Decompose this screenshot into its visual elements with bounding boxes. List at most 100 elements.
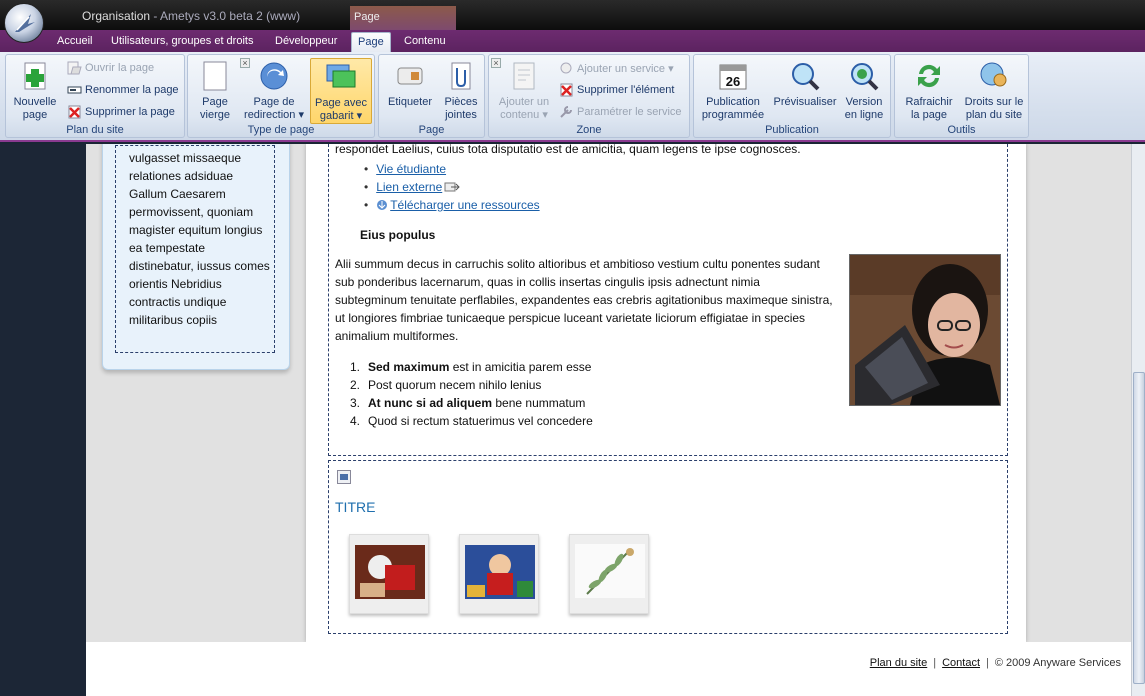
- thumbnail-leaf-image: [575, 544, 645, 598]
- list-item: Vie étudiante: [364, 160, 540, 178]
- nouvelle-page-label: Nouvelle page: [13, 96, 57, 121]
- footer-links: Plan du site | Contact | © 2009 Anyware Serv…: [870, 657, 1121, 669]
- previsualiser-button[interactable]: Prévisualiser: [772, 58, 838, 109]
- numbered-list: 1. Sed maximum est in amicitia parem esse…: [350, 358, 593, 430]
- supprimer-element-label: Supprimer l'élément: [577, 84, 675, 96]
- list-number: 3.: [350, 396, 361, 410]
- group-label-page: Page: [418, 124, 445, 136]
- list-text: Quod si rectum statuerimus vel concedere: [368, 414, 593, 428]
- version-en-ligne-button[interactable]: Version en ligne: [840, 58, 888, 122]
- publication-programmee-label: Publication programmée: [701, 96, 765, 121]
- group-label-type: Type de page: [247, 124, 315, 136]
- supprimer-page-button[interactable]: Supprimer la page: [67, 105, 175, 119]
- new-page-icon: [24, 62, 46, 90]
- main-content-column: respondet Laelius, cuius tota disputatio…: [306, 144, 1026, 642]
- footer-separator: |: [933, 657, 937, 669]
- etiqueter-button[interactable]: Etiqueter: [383, 58, 437, 109]
- list-item: Lien externe: [364, 178, 540, 196]
- link-vie-etudiante[interactable]: Vie étudiante: [376, 160, 446, 178]
- group-label-publication: Publication: [765, 124, 819, 136]
- list-number: 2.: [350, 378, 361, 392]
- list-number: 1.: [350, 360, 361, 374]
- tab-page[interactable]: Page: [351, 32, 391, 52]
- page-redirection-button[interactable]: Page de redirection ▾: [242, 58, 306, 122]
- group-label-plan: Plan du site: [66, 124, 124, 136]
- open-page-icon: [67, 61, 82, 75]
- list-item: 2. Post quorum necem nihilo lenius: [350, 376, 593, 394]
- supprimer-page-label: Supprimer la page: [85, 106, 175, 118]
- list-item: 3. At nunc si ad aliquem bene nummatum: [350, 394, 593, 412]
- footer-contact-link[interactable]: Contact: [942, 657, 980, 669]
- page-vierge-button[interactable]: Page vierge: [191, 58, 239, 122]
- page-preview-area: vulgasset missaeque relationes adsiduae …: [0, 144, 1145, 696]
- app-window: Organisation - Ametys v3.0 beta 2 (www) …: [0, 0, 1145, 696]
- page-gabarit-button[interactable]: Page avec gabarit ▾: [310, 58, 372, 124]
- group-plan-du-site: Nouvelle page Ouvrir la page Renommer la…: [5, 54, 185, 138]
- rafraichir-label: Rafraichir la page: [905, 96, 953, 121]
- window-title: Organisation - Ametys v3.0 beta 2 (www): [82, 9, 300, 23]
- preview-magnifier-icon: [792, 63, 820, 91]
- ouvrir-page-label: Ouvrir la page: [85, 62, 155, 74]
- refresh-icon: [918, 64, 940, 88]
- scrollbar-thumb[interactable]: [1133, 372, 1145, 684]
- ajouter-service-label: Ajouter un service ▾: [577, 62, 674, 75]
- thumbnail-santa-image: [355, 545, 425, 599]
- supprimer-element-button[interactable]: Supprimer l'élément: [559, 83, 674, 97]
- section-heading: Eius populus: [360, 228, 436, 242]
- tab-contenu[interactable]: Contenu: [404, 32, 446, 52]
- list-item: Télécharger une ressources: [364, 196, 540, 214]
- group-page: Etiqueter Pièces jointes Page: [378, 54, 485, 138]
- ajouter-service-button[interactable]: Ajouter un service ▾: [559, 61, 674, 75]
- link-lien-externe[interactable]: Lien externe: [376, 178, 442, 196]
- nouvelle-page-button[interactable]: Nouvelle page: [9, 58, 61, 122]
- sidebar-zone[interactable]: vulgasset missaeque relationes adsiduae …: [115, 145, 275, 353]
- woman-laptop-photo: [849, 254, 1001, 406]
- sidebar-text: vulgasset missaeque relationes adsiduae …: [129, 151, 270, 327]
- online-version-icon: [851, 63, 879, 91]
- gallery-thumbnail-3[interactable]: [569, 534, 649, 614]
- ajouter-contenu-button[interactable]: Ajouter un contenu ▾: [495, 58, 553, 122]
- rename-icon: [67, 86, 82, 94]
- app-menu-logo-icon[interactable]: [4, 3, 44, 43]
- rafraichir-button[interactable]: Rafraichir la page: [899, 58, 959, 122]
- ajouter-contenu-label: Ajouter un contenu ▾: [498, 96, 550, 121]
- vertical-scrollbar[interactable]: [1131, 144, 1145, 696]
- footer-separator: |: [986, 657, 989, 669]
- ribbon-tab-bar: Accueil Utilisateurs, groupes et droits …: [0, 30, 1145, 52]
- tab-developpeur[interactable]: Développeur: [275, 32, 337, 52]
- renommer-page-label: Renommer la page: [85, 84, 179, 96]
- content-zone-1[interactable]: respondet Laelius, cuius tota disputatio…: [328, 144, 1008, 456]
- droits-plan-button[interactable]: Droits sur le plan du site: [961, 58, 1027, 122]
- link-list: Vie étudiante Lien externe Télécharger u…: [364, 160, 540, 214]
- pieces-jointes-button[interactable]: Pièces jointes: [439, 58, 483, 122]
- tab-accueil[interactable]: Accueil: [57, 32, 92, 52]
- group-zone: × Ajouter un contenu ▾ Ajouter un servic…: [488, 54, 690, 138]
- etiqueter-label: Etiqueter: [387, 96, 433, 108]
- gallery-service-icon[interactable]: [337, 470, 351, 484]
- page-redirection-label: Page de redirection ▾: [244, 96, 304, 121]
- group-label-outils: Outils: [947, 124, 976, 136]
- photo-image: [850, 255, 1000, 405]
- parametrer-service-button[interactable]: Paramétrer le service: [559, 105, 682, 119]
- template-page-icon: [326, 64, 356, 88]
- gallery-thumbnail-1[interactable]: [349, 534, 429, 614]
- gallery-thumbnail-2[interactable]: [459, 534, 539, 614]
- droits-plan-label: Droits sur le plan du site: [964, 96, 1024, 121]
- wrench-icon: [560, 106, 572, 118]
- content-zone-2[interactable]: TITRE: [328, 460, 1008, 634]
- publication-programmee-button[interactable]: 26 Publication programmée: [698, 58, 768, 122]
- footer-plan-link[interactable]: Plan du site: [870, 657, 927, 669]
- link-telecharger[interactable]: Télécharger une ressources: [390, 196, 539, 214]
- version-en-ligne-label: Version en ligne: [844, 96, 884, 121]
- delete-element-icon: [560, 83, 573, 97]
- renommer-page-button[interactable]: Renommer la page: [67, 83, 179, 97]
- group-publication: 26 Publication programmée Prévisualiser …: [693, 54, 891, 138]
- tag-icon: [397, 67, 423, 85]
- list-bold-text: Sed maximum: [368, 360, 450, 374]
- ribbon: Nouvelle page Ouvrir la page Renommer la…: [0, 52, 1145, 142]
- download-icon: [377, 199, 388, 210]
- external-link-icon: [444, 182, 460, 192]
- tab-utilisateurs[interactable]: Utilisateurs, groupes et droits: [111, 32, 253, 52]
- ouvrir-page-button[interactable]: Ouvrir la page: [67, 61, 154, 75]
- list-number: 4.: [350, 414, 361, 428]
